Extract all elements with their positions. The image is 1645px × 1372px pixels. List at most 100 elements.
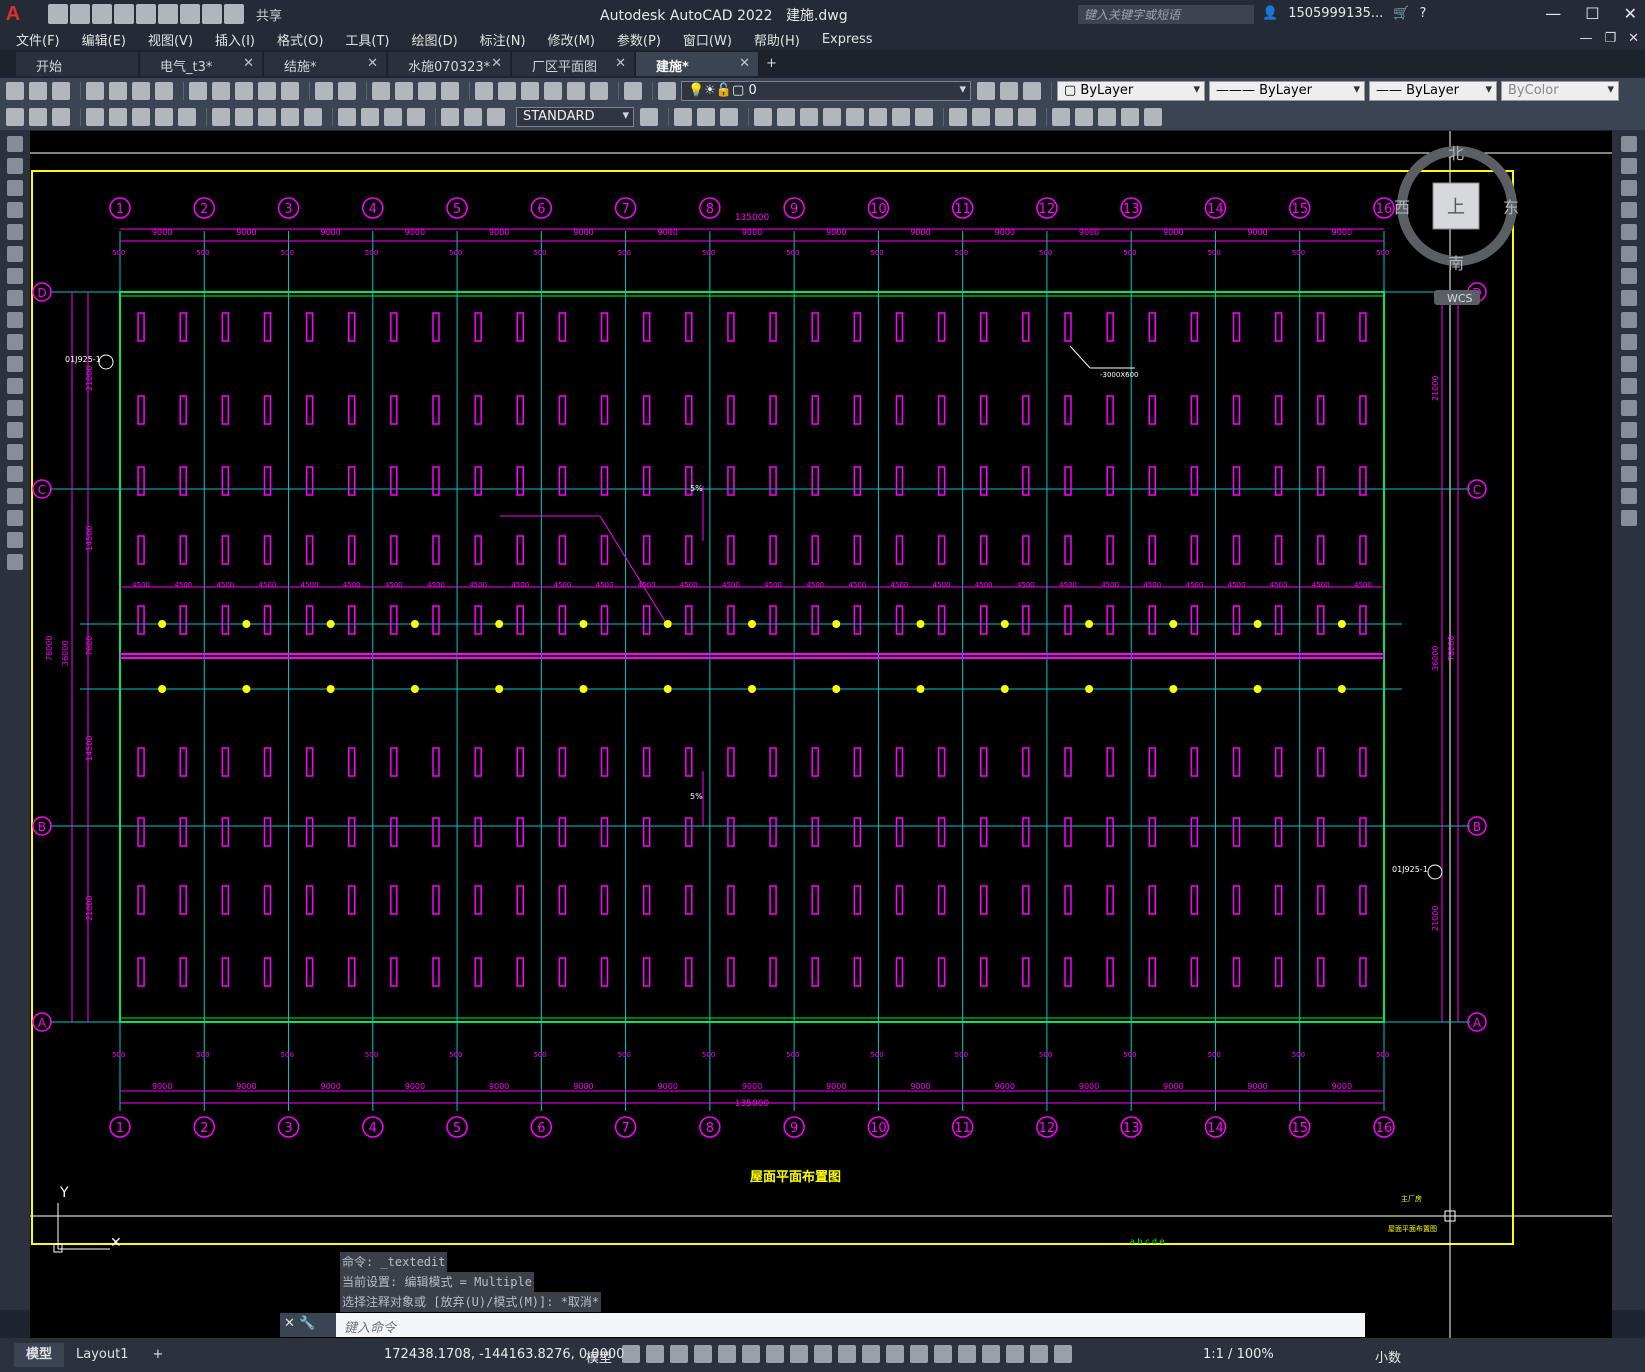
dim-edit-icon[interactable] [441,108,459,126]
jogged-icon[interactable] [132,108,150,126]
hatch-edit-icon[interactable] [1144,108,1162,126]
offset-icon[interactable] [1621,202,1637,218]
angular-icon[interactable] [178,108,196,126]
menu-parametric[interactable]: 参数(P) [617,30,661,49]
construction-line-icon[interactable] [7,158,23,174]
erase-icon[interactable] [674,108,692,126]
open-icon[interactable] [29,82,47,100]
inspection-icon[interactable] [384,108,402,126]
doc-close-button[interactable]: ✕ [1628,31,1639,46]
user-icon[interactable]: 👤 [1262,6,1278,21]
gizmo-icon[interactable] [982,1345,1000,1363]
pan-icon[interactable] [372,82,390,100]
user-name[interactable]: 1505999135... [1288,6,1383,21]
color-dropdown[interactable]: ▢ ByLayer [1057,81,1205,101]
viewcube-east[interactable]: 东 [1503,198,1519,217]
doc-restore-button[interactable]: ❐ [1604,31,1616,46]
undo-icon[interactable] [315,82,333,100]
trim-icon[interactable] [1621,334,1637,350]
save-as-icon[interactable] [114,4,134,24]
scale-icon[interactable] [1621,290,1637,306]
close-icon[interactable]: ✕ [491,56,502,71]
rotate-icon[interactable] [823,108,841,126]
osnap-icon[interactable] [814,1345,832,1363]
save-icon[interactable] [92,4,112,24]
tab-plumbing[interactable]: 水施070323* ✕ [388,52,510,76]
move-icon[interactable] [1621,246,1637,262]
tab-architectural[interactable]: 建施* ✕ [636,52,758,76]
linear-dim-icon[interactable] [6,108,24,126]
hatch-icon[interactable] [7,444,23,460]
selection-filter-icon[interactable] [958,1345,976,1363]
array-icon[interactable] [1621,224,1637,240]
annotation-visibility-icon[interactable] [1006,1345,1024,1363]
viewcube-north[interactable]: 北 [1448,144,1464,163]
layer-previous-icon[interactable] [1000,82,1018,100]
ortho-icon[interactable] [718,1345,736,1363]
arc-icon[interactable] [7,246,23,262]
stretch-icon[interactable] [869,108,887,126]
chamfer-icon[interactable] [1621,444,1637,460]
ellipse-arc-icon[interactable] [7,356,23,372]
share-button[interactable]: 共享 [256,5,282,24]
ungroup-icon[interactable] [1098,108,1116,126]
menu-dimension[interactable]: 标注(N) [480,30,526,49]
region-icon[interactable] [7,488,23,504]
infer-icon[interactable] [670,1345,688,1363]
new-icon[interactable] [48,4,68,24]
explode-icon[interactable] [1621,510,1637,526]
properties-icon[interactable] [475,82,493,100]
close-icon[interactable]: ✕ [615,56,626,71]
rotate-icon[interactable] [1621,268,1637,284]
menu-help[interactable]: 帮助(H) [754,30,800,49]
baseline-icon[interactable] [235,108,253,126]
undo-icon[interactable] [202,4,222,24]
line-icon[interactable] [7,136,23,152]
save-icon[interactable] [52,82,70,100]
annotation-scale-icon[interactable] [1054,1345,1072,1363]
dim-text-edit-icon[interactable] [464,108,482,126]
add-layout-button[interactable]: + [140,1343,175,1367]
viewcube-south[interactable]: 南 [1448,254,1464,273]
dim-break-icon[interactable] [304,108,322,126]
mirror-icon[interactable] [1621,180,1637,196]
tab-structural[interactable]: 结施* ✕ [264,52,386,76]
scale-icon[interactable] [846,108,864,126]
jogged-linear-icon[interactable] [407,108,425,126]
polar-icon[interactable] [742,1345,760,1363]
blend-icon[interactable] [1621,488,1637,504]
plotstyle-dropdown[interactable]: ByColor [1501,81,1619,101]
table-icon[interactable] [7,510,23,526]
extend-icon[interactable] [915,108,933,126]
layer-dropdown[interactable]: 💡☀🔓▢ 0 [681,81,971,101]
rectangle-icon[interactable] [7,224,23,240]
linetype-dropdown[interactable]: ——— ByLayer [1209,81,1365,101]
center-mark-icon[interactable] [361,108,379,126]
dim-update-icon[interactable] [487,108,505,126]
circle-icon[interactable] [7,268,23,284]
preview-icon[interactable] [109,82,127,100]
menu-modify[interactable]: 修改(M) [548,30,595,49]
redo-icon[interactable] [338,82,356,100]
arc-length-icon[interactable] [52,108,70,126]
radius-icon[interactable] [109,108,127,126]
open-web-icon[interactable] [136,4,156,24]
offset-icon[interactable] [754,108,772,126]
join-icon[interactable] [1621,422,1637,438]
tab-start[interactable]: 开始 [16,52,138,76]
new-tab-button[interactable]: + [760,52,784,76]
model-space-toggle[interactable]: 模型 [586,1347,612,1366]
point-icon[interactable] [7,422,23,438]
redo-icon[interactable] [224,4,244,24]
menu-format[interactable]: 格式(O) [277,30,323,49]
drawing-svg[interactable]: ✕11900090004500 450050050022900090004500 4… [30,131,1612,1338]
tab-site-plan[interactable]: 厂区平面图 ✕ [512,52,634,76]
open-icon[interactable] [70,4,90,24]
copy-icon[interactable] [212,82,230,100]
tab-electrical[interactable]: 电气_t3* ✕ [140,52,262,76]
print-icon[interactable] [180,4,200,24]
match-properties-icon[interactable] [258,82,276,100]
close-button[interactable]: ✕ [1624,4,1637,23]
gradient-icon[interactable] [7,466,23,482]
menu-view[interactable]: 视图(V) [148,30,193,49]
